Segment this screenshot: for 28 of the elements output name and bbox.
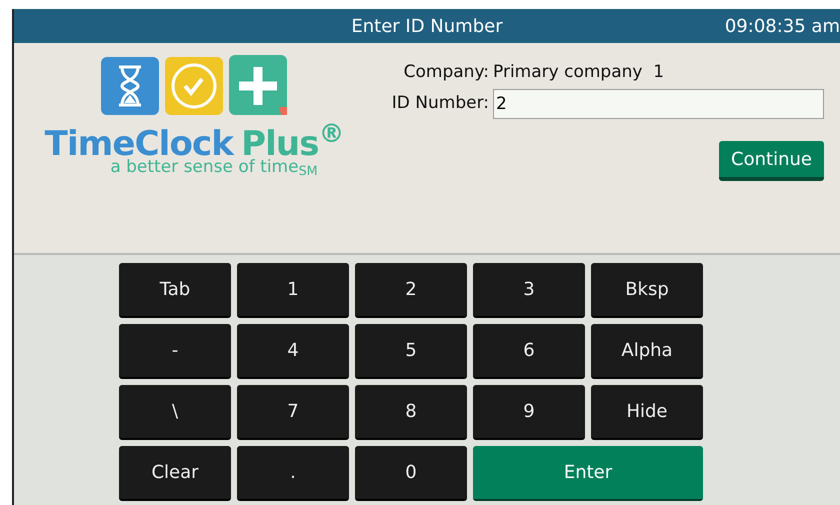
keypad-key[interactable]: Tab <box>119 263 231 318</box>
keypad-key[interactable]: 9 <box>473 385 585 440</box>
keypad-key[interactable]: 3 <box>473 263 585 318</box>
continue-button[interactable]: Continue <box>719 141 824 181</box>
enter-key[interactable]: Enter <box>473 446 703 501</box>
id-number-label: ID Number: <box>390 92 489 116</box>
keypad-key[interactable]: 5 <box>355 324 467 379</box>
keypad-key[interactable]: 7 <box>237 385 349 440</box>
keypad-key[interactable]: 2 <box>355 263 467 318</box>
company-label: Company: <box>402 61 489 84</box>
keypad-key[interactable]: Clear <box>119 446 231 501</box>
keypad-key[interactable]: 6 <box>473 324 585 379</box>
window-title: Enter ID Number <box>351 14 503 38</box>
keypad-key[interactable]: 1 <box>237 263 349 318</box>
company-name: Primary company 1 <box>493 61 664 84</box>
keypad-key[interactable]: 4 <box>237 324 349 379</box>
clock-time: 09:08:35 am <box>724 14 840 38</box>
keypad-key[interactable]: - <box>119 324 231 379</box>
id-number-field[interactable]: 2 <box>493 89 824 119</box>
keypad-key[interactable]: Bksp <box>591 263 703 318</box>
logo-tagline: a better sense of time$_{SM}$ <box>110 159 318 176</box>
keypad-key[interactable]: 0 <box>355 446 467 501</box>
logo-icon <box>99 55 289 117</box>
keypad-key[interactable]: . <box>237 446 349 501</box>
keypad-key[interactable]: \ <box>119 385 231 440</box>
keypad-key[interactable]: Alpha <box>591 324 703 379</box>
keypad-key[interactable]: 8 <box>355 385 467 440</box>
keypad-key[interactable]: Hide <box>591 385 703 440</box>
